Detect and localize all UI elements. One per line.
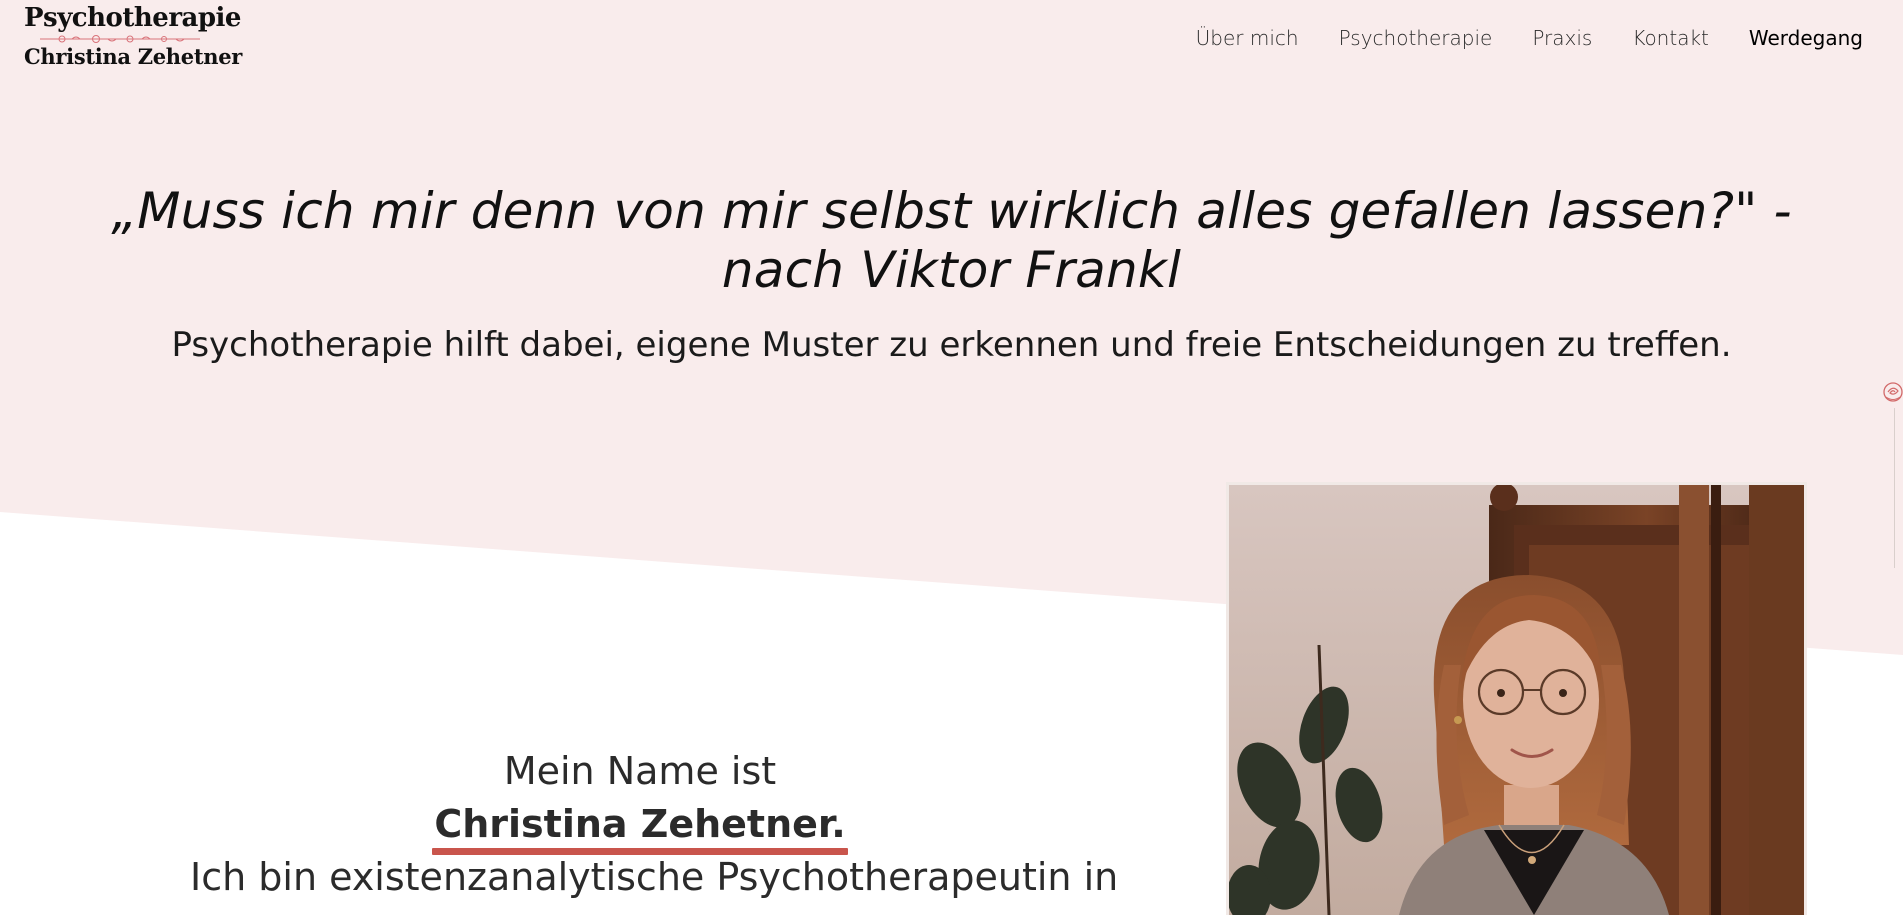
portrait-illustration (1229, 485, 1804, 915)
nav-item-werdegang[interactable]: Werdegang (1749, 26, 1863, 50)
portrait-photo (1229, 485, 1804, 915)
main-navigation: Über mich Psychotherapie Praxis Kontakt … (1156, 26, 1863, 50)
nav-item-psychotherapie[interactable]: Psychotherapie (1339, 26, 1493, 50)
hero-quote: „Muss ich mir denn von mir selbst wirkli… (111, 182, 1792, 299)
rose-vine-ornament-icon (40, 35, 200, 43)
nav-item-praxis[interactable]: Praxis (1532, 26, 1592, 50)
nav-item-ueber-mich[interactable]: Über mich (1196, 26, 1299, 50)
intro-name-line: Christina Zehetner. (190, 798, 1090, 855)
intro-name: Christina Zehetner. (432, 798, 848, 855)
hero-subline: Psychotherapie hilft dabei, eigene Muste… (171, 325, 1732, 365)
about-intro: Mein Name ist Christina Zehetner. Ich bi… (190, 745, 1119, 904)
logo-title-line2: Christina Zehetner (24, 44, 243, 69)
name-underline (432, 848, 848, 855)
intro-line-1: Mein Name ist (503, 749, 777, 793)
intro-name-text: Christina Zehetner. (434, 802, 846, 846)
logo-title-line1: Psychotherapie (24, 3, 241, 33)
rose-icon[interactable] (1881, 380, 1903, 404)
scroll-track (1894, 408, 1895, 568)
site-logo[interactable]: Psychotherapie Christina Zehetner (24, 2, 243, 70)
intro-line-3: Ich bin existenzanalytische Psychotherap… (190, 855, 1119, 899)
nav-item-kontakt[interactable]: Kontakt (1632, 26, 1709, 50)
scroll-indicator (1881, 378, 1903, 578)
